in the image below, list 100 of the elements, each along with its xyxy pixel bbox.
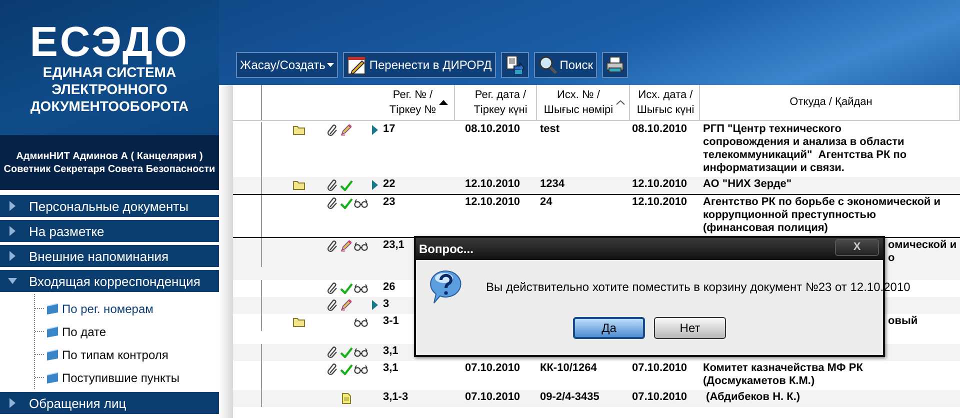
window-title: Вопрос... [419, 242, 474, 256]
paperclip-icon [327, 240, 338, 252]
sender-name: РГП "Центр технического сопровождения и анализа в области телекоммуникаций" Агентства РК по информатизации и связи. [703, 123, 907, 175]
reg-date: 07.10.2010 [465, 362, 520, 375]
reg-number: 23 [383, 196, 396, 209]
column-header[interactable]: Рег. дата / Тіркеу күні [455, 85, 537, 120]
document-arrow-icon [504, 55, 525, 75]
folder-icon [46, 348, 59, 360]
folder-icon [293, 180, 305, 190]
pencil-icon [340, 299, 352, 311]
paperclip-icon [327, 363, 338, 375]
check-icon [340, 198, 352, 208]
column-header[interactable]: Исх. № / Шығыс нөмірі [537, 85, 630, 120]
folder-icon [293, 125, 305, 135]
column-header[interactable]: Исх. дата / Шығыс күні [630, 85, 700, 120]
table-row[interactable]: 22 12.10.2010 1234 12.10.2010 АО "НИХ Зерде" [233, 177, 960, 194]
magnifier-icon [538, 55, 558, 75]
triangle-icon [372, 300, 378, 310]
outgoing-date: 07.10.2010 [632, 391, 688, 404]
menu-item[interactable]: Обращения лиц [0, 392, 219, 414]
folder-icon [293, 317, 305, 327]
glasses-icon [354, 364, 368, 374]
paperclip-icon [327, 282, 338, 294]
outgoing-date: 07.10.2010 [632, 362, 688, 375]
outgoing-number: КК-10/1264 [540, 362, 597, 375]
export-button[interactable] [500, 52, 529, 78]
caret-down-icon [327, 63, 334, 67]
reg-number: 3,1-3 [383, 391, 408, 404]
outgoing-date: 08.10.2010 [632, 123, 688, 136]
glasses-icon [354, 242, 368, 250]
close-button[interactable]: X [835, 238, 879, 256]
caret-right-icon [8, 251, 17, 261]
document-icon [342, 392, 350, 404]
pencil-icon [340, 124, 352, 136]
dialog-button[interactable]: Нет [654, 317, 726, 339]
table-row[interactable]: 23 12.10.2010 24 12.10.2010 Агентство РК по борьбе с экономической и коррупционной преступностью (финансовая полиция) [233, 194, 960, 238]
sender-name: Комитет казначейства МФ РК (Досмукаметов К.М.) [703, 362, 863, 388]
caret-down-icon [8, 278, 17, 284]
column-header[interactable]: Рег. № / Тіркеу № [262, 85, 455, 120]
sender-name: овый [888, 315, 918, 328]
check-icon [340, 364, 352, 374]
table-row[interactable]: 3,1-3 07.10.2010 09-2/4-3435 07.10.2010 (Абдибеков Н. К.) [233, 390, 960, 407]
sender-name: (Абдибеков Н. К.) [705, 391, 800, 404]
glasses-icon [354, 198, 368, 208]
question-icon [429, 269, 463, 305]
column-header[interactable]: Откуда / Қайдан [700, 85, 960, 120]
create-menu-button[interactable]: Жасау/Создать [236, 52, 338, 78]
print-button[interactable] [602, 52, 628, 78]
user-position: Советник Секретаря Совета Безопасности [4, 162, 216, 176]
tree-item[interactable]: Поступившие пункты [35, 366, 219, 389]
folder-icon [46, 302, 59, 314]
dialog-button[interactable]: Да [573, 317, 645, 339]
reg-number: 3,1 [383, 362, 398, 375]
triangle-icon [372, 125, 378, 135]
tree-item[interactable]: По рег. номерам [35, 297, 219, 320]
sender-name: омической и о [888, 239, 957, 265]
reg-number: 17 [383, 123, 396, 136]
paperclip-icon [327, 346, 338, 358]
outgoing-number: 09-2/4-3435 [540, 391, 600, 404]
sender-name: Агентство РК по борьбе с экономической и коррупционной преступностью (финансовая полиция) [703, 196, 940, 235]
pen-on-paper-icon [347, 55, 368, 75]
reg-number: 22 [383, 178, 396, 191]
caret-right-icon [8, 226, 17, 236]
tree-item[interactable]: По типам контроля [35, 343, 219, 366]
search-button[interactable]: Поиск [534, 52, 597, 78]
menu-item[interactable]: Персональные документы [0, 195, 219, 217]
caret-right-icon [8, 398, 17, 408]
outgoing-date: 12.10.2010 [632, 196, 688, 209]
reg-number: 23,1 [383, 239, 404, 252]
paperclip-icon [327, 124, 338, 136]
tree-item[interactable]: По дате [35, 320, 219, 343]
reg-date: 07.10.2010 [465, 391, 520, 404]
outgoing-number: 24 [540, 196, 552, 209]
glasses-icon [354, 348, 368, 356]
printer-icon [606, 56, 624, 74]
glasses-icon [354, 318, 368, 326]
sender-name: АО "НИХ Зерде" [703, 178, 792, 191]
glasses-icon [354, 284, 368, 292]
check-icon [340, 180, 352, 190]
caret-right-icon [8, 201, 17, 211]
menu-item[interactable]: На разметке [0, 220, 219, 242]
reg-date: 12.10.2010 [465, 196, 520, 209]
user-name: АдминНИТ Админов А ( Канцелярия ) [16, 150, 203, 162]
reg-number: 3-1 [383, 315, 399, 328]
reg-number: 26 [383, 281, 396, 294]
triangle-icon [372, 180, 378, 190]
reg-date: 08.10.2010 [465, 123, 520, 136]
folder-icon [46, 372, 59, 384]
menu-item[interactable]: Внешние напоминания [0, 245, 219, 267]
check-icon [340, 282, 352, 294]
transfer-button[interactable]: Перенести в ДИРОРД [343, 52, 496, 78]
logo-title: ЕСЭДО [30, 20, 190, 64]
outgoing-number: 1234 [540, 178, 564, 191]
menu-item[interactable]: Входящая корреспонденция [0, 270, 219, 292]
reg-number: 3 [383, 298, 390, 311]
paperclip-icon [327, 197, 338, 209]
pencil-icon [340, 240, 352, 252]
reg-number: 3,1 [383, 345, 398, 358]
check-icon [340, 346, 352, 358]
paperclip-icon [327, 299, 338, 311]
